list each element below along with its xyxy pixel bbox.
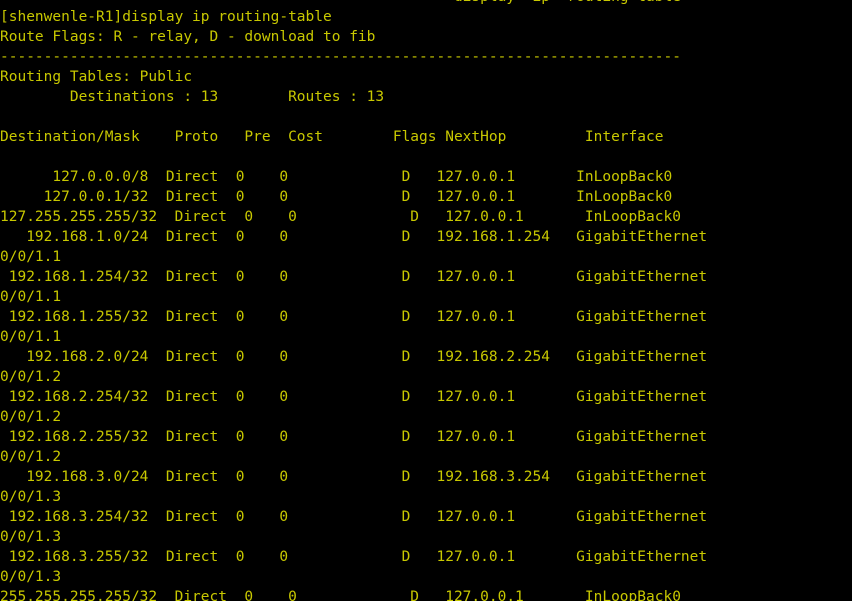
terminal-line-interface-wrap: 0/0/1.1 [0, 289, 62, 305]
terminal-line-route-entry: 192.168.2.254/32 Direct 0 0 D 127.0.0.1 … [0, 389, 708, 405]
terminal-line-interface-wrap: 0/0/1.1 [0, 249, 62, 265]
terminal-line-table-header: Destination/Mask Proto Pre Cost Flags Ne… [0, 129, 664, 145]
terminal-line-route-entry: 192.168.2.0/24 Direct 0 0 D 192.168.2.25… [0, 349, 708, 365]
terminal-line-summary: Destinations : 13 Routes : 13 [0, 89, 385, 105]
terminal-line-route-entry: 127.255.255.255/32 Direct 0 0 D 127.0.0.… [0, 209, 681, 225]
terminal-line-prompt: [shenwenle-R1]display ip routing-table [0, 9, 332, 25]
terminal-line-interface-wrap: 0/0/1.1 [0, 329, 62, 345]
terminal-line-scrollback: display ip routing-table [0, 0, 852, 7]
terminal-line-route-entry: 127.0.0.0/8 Direct 0 0 D 127.0.0.1 InLoo… [0, 169, 673, 185]
terminal-line-route-entry: 192.168.2.255/32 Direct 0 0 D 127.0.0.1 … [0, 429, 708, 445]
terminal-line-interface-wrap: 0/0/1.3 [0, 489, 62, 505]
terminal-line-route-entry: 192.168.1.0/24 Direct 0 0 D 192.168.1.25… [0, 229, 708, 245]
terminal-line-interface-wrap: 0/0/1.2 [0, 409, 62, 425]
terminal-line-route-entry: 192.168.3.0/24 Direct 0 0 D 192.168.3.25… [0, 469, 708, 485]
terminal-line-route-flags: Route Flags: R - relay, D - download to … [0, 29, 376, 45]
terminal-line-interface-wrap: 0/0/1.2 [0, 369, 62, 385]
terminal-line-separator: ----------------------------------------… [0, 49, 681, 65]
terminal-screen-buffer[interactable]: display ip routing-table [shenwenle-R1]di… [0, 0, 852, 601]
terminal-line-routing-tables: Routing Tables: Public [0, 69, 193, 85]
terminal-line-route-entry: 255.255.255.255/32 Direct 0 0 D 127.0.0.… [0, 589, 681, 601]
terminal-line-interface-wrap: 0/0/1.3 [0, 569, 62, 585]
terminal-line-route-entry: 192.168.1.255/32 Direct 0 0 D 127.0.0.1 … [0, 309, 708, 325]
terminal-line-route-entry: 192.168.3.254/32 Direct 0 0 D 127.0.0.1 … [0, 509, 708, 525]
terminal-line-interface-wrap: 0/0/1.2 [0, 449, 62, 465]
terminal-line-interface-wrap: 0/0/1.3 [0, 529, 62, 545]
terminal-line-route-entry: 127.0.0.1/32 Direct 0 0 D 127.0.0.1 InLo… [0, 189, 673, 205]
terminal-line-route-entry: 192.168.3.255/32 Direct 0 0 D 127.0.0.1 … [0, 549, 708, 565]
terminal-line-route-entry: 192.168.1.254/32 Direct 0 0 D 127.0.0.1 … [0, 269, 708, 285]
terminal-window[interactable]: display ip routing-table [shenwenle-R1]di… [0, 0, 852, 601]
